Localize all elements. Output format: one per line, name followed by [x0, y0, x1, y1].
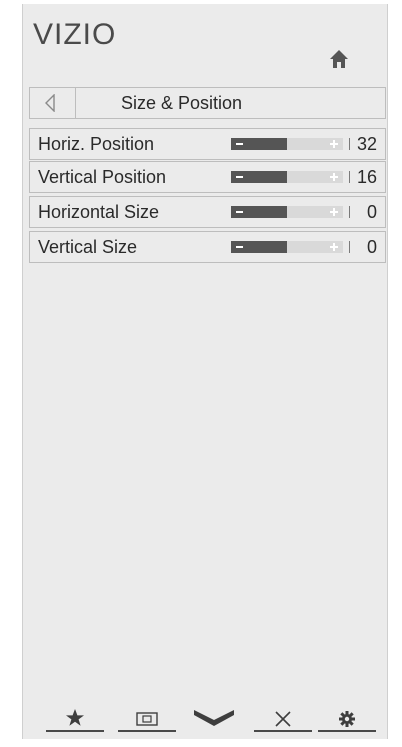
setting-label: Horizontal Size — [38, 202, 160, 222]
setting-label: Horiz. Position — [38, 134, 155, 154]
setting-value: 16 — [356, 167, 377, 187]
submenu-title: Size & Position — [121, 93, 243, 113]
gear-icon — [339, 711, 355, 727]
minus-icon — [236, 211, 243, 213]
star-icon — [66, 709, 84, 726]
setting-slider[interactable] — [231, 241, 343, 253]
picture-icon — [136, 712, 158, 726]
setting-slider[interactable] — [231, 171, 343, 183]
minus-icon — [236, 246, 243, 248]
picture-button[interactable] — [118, 702, 176, 732]
close-icon — [275, 711, 291, 727]
slider-tick — [349, 171, 350, 183]
star-button[interactable] — [46, 702, 104, 732]
setting-slider[interactable] — [231, 206, 343, 218]
submenu-header: Size & Position — [29, 87, 386, 119]
setting-row-horiz-position[interactable]: Horiz. Position 32 — [29, 128, 386, 160]
setting-value: 0 — [366, 202, 377, 222]
setting-label: Vertical Size — [38, 237, 138, 257]
minus-icon — [236, 176, 243, 178]
minus-icon — [236, 143, 243, 145]
chevron-down-icon — [194, 710, 234, 726]
setting-value: 0 — [366, 237, 377, 257]
slider-tick — [349, 138, 350, 150]
setting-row-vertical-size[interactable]: Vertical Size 0 — [29, 231, 386, 263]
settings-button[interactable] — [318, 702, 376, 732]
setting-value: 32 — [356, 134, 377, 154]
slider-tick — [349, 206, 350, 218]
setting-row-vertical-position[interactable]: Vertical Position 16 — [29, 161, 386, 193]
setting-row-horizontal-size[interactable]: Horizontal Size 0 — [29, 196, 386, 228]
slider-tick — [349, 241, 350, 253]
vizio-logo: VIZIO — [33, 18, 117, 51]
more-button[interactable] — [184, 702, 244, 732]
header-divider — [75, 88, 76, 118]
back-arrow-icon[interactable] — [44, 93, 56, 113]
close-button[interactable] — [254, 702, 312, 732]
setting-slider[interactable] — [231, 138, 343, 150]
setting-label: Vertical Position — [38, 167, 167, 187]
home-icon[interactable] — [328, 48, 350, 70]
